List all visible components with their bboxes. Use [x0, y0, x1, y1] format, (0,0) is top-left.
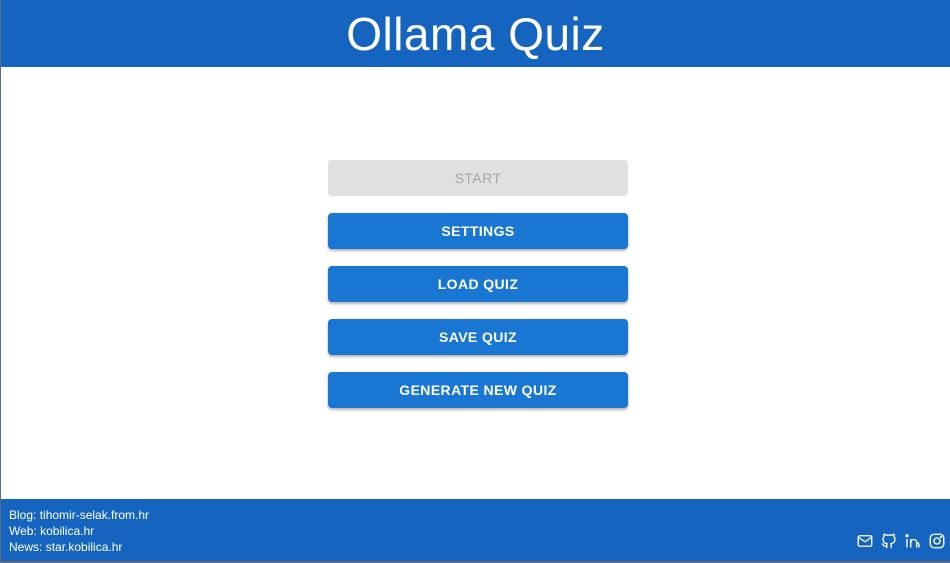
- start-button[interactable]: START: [328, 160, 628, 196]
- mail-icon[interactable]: [856, 532, 874, 550]
- footer-news: News: star.kobilica.hr: [9, 539, 149, 555]
- footer-web: Web: kobilica.hr: [9, 523, 149, 539]
- load-quiz-button[interactable]: LOAD QUIZ: [328, 266, 628, 302]
- linkedin-icon[interactable]: [904, 532, 922, 550]
- app-window: Ollama Quiz START SETTINGS LOAD QUIZ SAV…: [0, 0, 950, 563]
- app-footer: Blog: tihomir-selak.from.hr Web: kobilic…: [1, 499, 950, 561]
- footer-blog: Blog: tihomir-selak.from.hr: [9, 507, 149, 523]
- footer-web-label: Web:: [9, 524, 41, 538]
- footer-blog-label: Blog:: [9, 508, 40, 522]
- main-menu: START SETTINGS LOAD QUIZ SAVE QUIZ GENER…: [328, 160, 628, 408]
- footer-links: Blog: tihomir-selak.from.hr Web: kobilic…: [9, 507, 149, 555]
- app-header: Ollama Quiz: [1, 0, 950, 67]
- app-title: Ollama Quiz: [346, 7, 605, 60]
- blog-link[interactable]: tihomir-selak.from.hr: [40, 508, 149, 522]
- instagram-icon[interactable]: [928, 532, 946, 550]
- generate-new-quiz-button[interactable]: GENERATE NEW QUIZ: [328, 372, 628, 408]
- github-icon[interactable]: [880, 532, 898, 550]
- news-link[interactable]: star.kobilica.hr: [46, 540, 123, 554]
- footer-news-label: News:: [9, 540, 46, 554]
- web-link[interactable]: kobilica.hr: [40, 524, 94, 538]
- settings-button[interactable]: SETTINGS: [328, 213, 628, 249]
- social-icons: [856, 532, 946, 550]
- save-quiz-button[interactable]: SAVE QUIZ: [328, 319, 628, 355]
